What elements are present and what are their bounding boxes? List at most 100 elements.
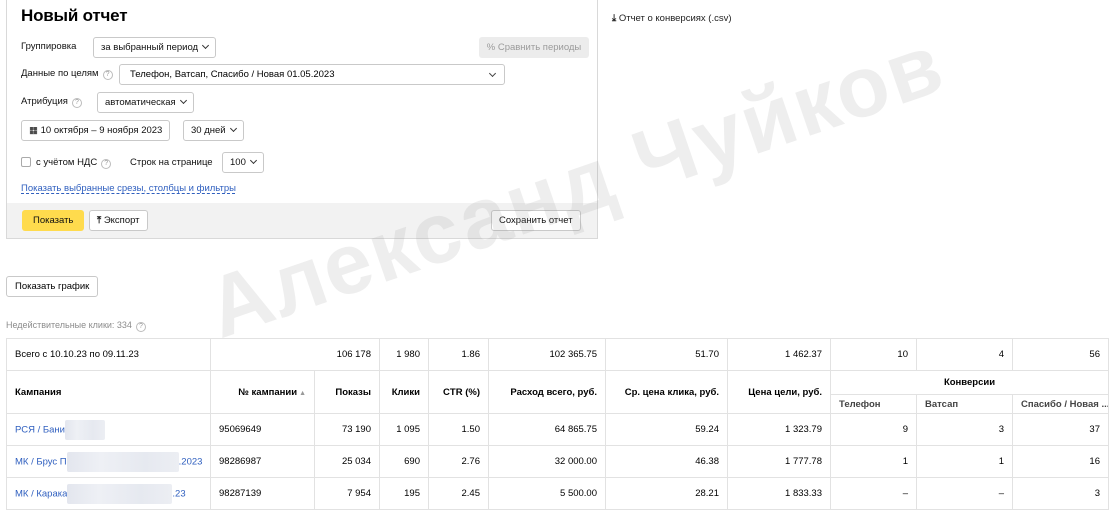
chevron-down-icon [202,41,210,50]
avg-cpc: 59.24 [605,413,728,446]
period-select[interactable]: 30 дней [183,120,244,141]
campaign-number: 98286987 [210,445,315,478]
col-conv-whatsapp[interactable]: Ватсап [916,394,1013,414]
campaign-link[interactable]: МК / Карака .23 [6,477,211,510]
compare-periods-button[interactable]: % Сравнить периоды [479,37,589,58]
vat-label-wrap: с учётом НДС? [36,157,112,169]
total-cpa: 1 462.37 [727,338,831,371]
conv-thanks: 3 [1012,477,1109,510]
campaign-number: 95069649 [210,413,315,446]
total-avg-cpc: 51.70 [605,338,728,371]
table-row: РСЯ / Бани 95069649 73 190 1 095 1.50 64… [6,413,1109,446]
col-impressions[interactable]: Показы [314,370,380,414]
export-label: Экспорт [103,215,140,226]
attribution-value: автоматическая [105,97,176,108]
total-label: Всего с 10.10.23 по 09.11.23 [6,338,211,371]
save-report-button[interactable]: Сохранить отчет [491,210,581,231]
show-graph-button[interactable]: Показать график [6,276,99,297]
date-range-picker[interactable]: ▦ 10 октября – 9 ноября 2023 [21,120,171,141]
grouping-value: за выбранный период [101,42,199,53]
cost: 32 000.00 [488,445,606,478]
rows-per-page-label: Строк на странице [130,157,213,168]
date-range-value: 10 октября – 9 ноября 2023 [40,125,163,136]
avg-cpc: 46.38 [605,445,728,478]
col-avg-cpc[interactable]: Ср. цена клика, руб. [605,370,728,414]
col-conv-phone[interactable]: Телефон [830,394,917,414]
impressions: 73 190 [314,413,380,446]
total-ctr: 1.86 [428,338,489,371]
show-button[interactable]: Показать [22,210,85,231]
chevron-down-icon [488,69,497,78]
redacted-blur [64,419,105,440]
table-row: МК / Карака .23 98287139 7 954 195 2.45 5… [6,477,1109,510]
goals-value: Телефон, Ватсап, Спасибо / Новая 01.05.2… [130,69,335,80]
help-icon[interactable]: ? [101,159,112,169]
grouping-label: Группировка [21,41,77,52]
clicks: 690 [379,445,429,478]
col-conv-thanks[interactable]: Спасибо / Новая ... [1012,394,1109,414]
campaign-number: 98287139 [210,477,315,510]
header-row: Кампания № кампании ▲ Показы Клики CTR (%… [6,370,1109,414]
cpa: 1 833.33 [727,477,831,510]
total-row: Всего с 10.10.23 по 09.11.23 106 178 1 9… [6,338,1109,371]
col-cpa[interactable]: Цена цели, руб. [727,370,831,414]
clicks: 195 [379,477,429,510]
help-icon[interactable]: ? [135,322,146,332]
attribution-label: Атрибуция [21,96,68,107]
cpa: 1 323.79 [727,413,831,446]
vat-checkbox[interactable] [21,157,31,167]
conversions-csv-label: Отчет о конверсиях (.csv) [618,13,732,24]
avg-cpc: 28.21 [605,477,728,510]
goals-select[interactable]: Телефон, Ватсап, Спасибо / Новая 01.05.2… [119,64,505,85]
col-campaign[interactable]: Кампания [6,370,211,414]
col-clicks[interactable]: Клики [379,370,429,414]
redacted-blur [66,451,179,472]
goals-label: Данные по целям [21,68,99,79]
campaign-link[interactable]: РСЯ / Бани [6,413,211,446]
conv-whatsapp: 3 [916,413,1013,446]
report-table: Всего с 10.10.23 по 09.11.23 106 178 1 9… [6,338,1109,510]
vat-label: с учётом НДС [36,157,98,168]
help-icon[interactable]: ? [71,98,82,108]
total-conv-thanks: 56 [1012,338,1109,371]
col-campaign-no[interactable]: № кампании ▲ [210,370,315,414]
period-value: 30 дней [191,125,226,136]
campaign-name-start: РСЯ / Бани [15,424,65,436]
attribution-select[interactable]: автоматическая [97,92,194,113]
conv-phone: – [830,477,917,510]
cpa: 1 777.78 [727,445,831,478]
conv-whatsapp: – [916,477,1013,510]
ctr: 2.76 [428,445,489,478]
col-ctr[interactable]: CTR (%) [428,370,489,414]
cost: 64 865.75 [488,413,606,446]
attribution-label-wrap: Атрибуция? [21,96,82,108]
percent-icon: % [486,42,496,53]
campaign-name-start: МК / Брус П [15,456,67,468]
conv-phone: 1 [830,445,917,478]
help-icon[interactable]: ? [102,70,113,80]
export-button[interactable]: ⤒ Экспорт [89,210,148,231]
rows-per-page-select[interactable]: 100 [222,152,264,173]
chevron-down-icon [229,124,237,133]
panel-footer: Показать ⤒ Экспорт Сохранить отчет [7,203,597,238]
chevron-down-icon [249,156,257,165]
impressions: 25 034 [314,445,380,478]
col-campaign-no-label: № кампании [238,386,298,398]
redacted-blur [67,483,173,504]
sort-asc-icon: ▲ [299,389,306,397]
campaign-link[interactable]: МК / Брус П .2023 [6,445,211,478]
total-conv-phone: 10 [830,338,917,371]
conversions-csv-link[interactable]: ⤓ Отчет о конверсиях (.csv) [612,13,732,24]
conv-whatsapp: 1 [916,445,1013,478]
download-icon: ⤓ [612,13,617,24]
ctr: 2.45 [428,477,489,510]
page-title: Новый отчет [21,6,128,25]
goals-label-wrap: Данные по целям? [21,68,113,80]
show-slices-link[interactable]: Показать выбранные срезы, столбцы и филь… [21,183,236,194]
campaign-name-start: МК / Карака [15,488,68,500]
conv-thanks: 37 [1012,413,1109,446]
col-cost[interactable]: Расход всего, руб. [488,370,606,414]
grouping-select[interactable]: за выбранный период [93,37,217,58]
conv-phone: 9 [830,413,917,446]
total-impressions: 106 178 [210,338,380,371]
